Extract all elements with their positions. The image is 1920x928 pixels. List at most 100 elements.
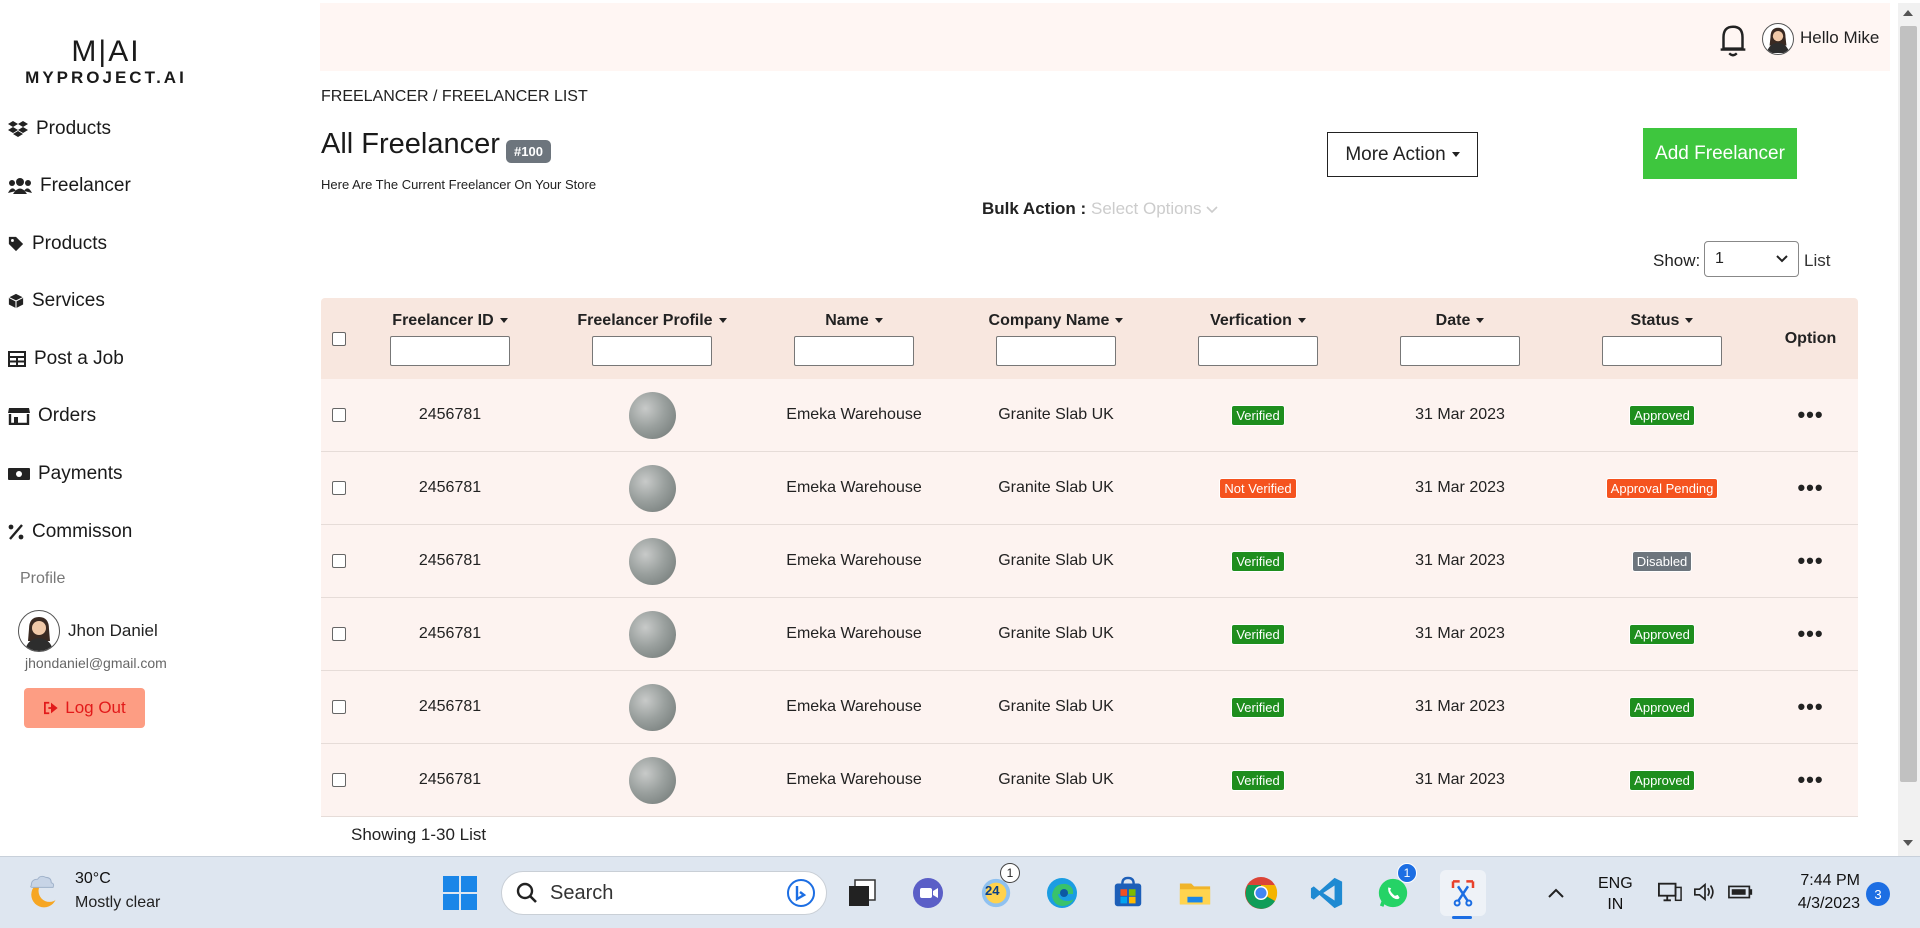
notification-badge[interactable]: 3 (1866, 882, 1890, 906)
count-badge: #100 (506, 140, 551, 163)
dropbox-icon (8, 121, 28, 137)
row-checkbox-cell (321, 671, 349, 743)
sidebar-item-payments[interactable]: Payments (8, 463, 122, 485)
table-row[interactable]: 2456781 Emeka Warehouse Granite Slab UK … (321, 671, 1858, 744)
add-freelancer-button[interactable]: Add Freelancer (1643, 128, 1797, 179)
sidebar-item-orders[interactable]: Orders (8, 405, 96, 427)
filter-freelancer-profile[interactable] (592, 335, 712, 366)
sidebar-item-label: Commisson (32, 521, 133, 542)
calendar-icon[interactable]: 24 1 (976, 863, 1020, 913)
table-row[interactable]: 2456781 Emeka Warehouse Granite Slab UK … (321, 452, 1858, 525)
sort-verification[interactable]: Verfication (1210, 312, 1306, 330)
network-icon[interactable] (1658, 881, 1682, 908)
filter-name[interactable] (794, 335, 914, 366)
row-checkbox[interactable] (332, 627, 346, 641)
show-label: Show: (1653, 251, 1701, 270)
sidebar-item-freelancer[interactable]: Freelancer (8, 175, 131, 197)
sidebar-item-post-a-job[interactable]: Post a Job (8, 348, 124, 370)
sort-status[interactable]: Status (1631, 312, 1694, 330)
header-avatar[interactable] (1762, 23, 1794, 55)
caret-down-icon (1476, 318, 1485, 323)
bell-icon[interactable] (1718, 22, 1748, 65)
sort-freelancer-profile[interactable]: Freelancer Profile (577, 311, 727, 330)
scroll-up-arrow-icon[interactable] (1903, 10, 1913, 16)
sort-name[interactable]: Name (825, 312, 883, 330)
sidebar-item-products-2[interactable]: Products (8, 233, 107, 255)
battery-icon[interactable] (1728, 883, 1754, 906)
freelancer-profile-image[interactable] (628, 464, 676, 512)
more-options-icon[interactable]: ••• (1797, 475, 1823, 501)
freelancer-profile-image[interactable] (628, 391, 676, 439)
sidebar-item-commisson[interactable]: Commisson (8, 521, 132, 543)
show-count-select[interactable]: 1 (1704, 241, 1799, 277)
freelancer-table: Freelancer ID Freelancer Profile Name Co… (321, 298, 1858, 817)
scroll-down-arrow-icon[interactable] (1903, 840, 1913, 846)
more-options-icon[interactable]: ••• (1797, 621, 1823, 647)
caret-down-icon (1297, 318, 1306, 323)
store-app-icon[interactable] (1108, 873, 1148, 913)
logo[interactable]: M|AI MYPROJECT.AI (16, 36, 196, 88)
sort-date[interactable]: Date (1436, 312, 1485, 330)
column-verification: Verfication (1157, 298, 1359, 379)
system-clock[interactable]: 7:44 PM 4/3/2023 (1780, 869, 1860, 915)
row-checkbox[interactable] (332, 554, 346, 568)
table-row[interactable]: 2456781 Emeka Warehouse Granite Slab UK … (321, 744, 1858, 817)
meet-icon[interactable] (908, 873, 948, 913)
filter-status[interactable] (1602, 335, 1722, 366)
table-row[interactable]: 2456781 Emeka Warehouse Granite Slab UK … (321, 598, 1858, 671)
more-options-icon[interactable]: ••• (1797, 694, 1823, 720)
freelancer-profile-cell (551, 671, 753, 743)
filter-freelancer-id[interactable] (390, 335, 510, 366)
task-view-icon[interactable] (842, 873, 882, 913)
column-name: Name (753, 298, 955, 379)
freelancer-profile-image[interactable] (628, 683, 676, 731)
chevron-up-icon[interactable] (1548, 885, 1564, 903)
freelancer-name: Emeka Warehouse (786, 698, 922, 715)
search-placeholder: Search (550, 881, 614, 904)
more-options-icon[interactable]: ••• (1797, 548, 1823, 574)
edge-icon[interactable] (1042, 873, 1082, 913)
file-explorer-icon[interactable] (1175, 873, 1215, 913)
company-name: Granite Slab UK (998, 771, 1114, 788)
filter-company-name[interactable] (996, 335, 1116, 366)
table-row[interactable]: 2456781 Emeka Warehouse Granite Slab UK … (321, 379, 1858, 452)
freelancer-profile-image[interactable] (628, 756, 676, 804)
snipping-tool-icon[interactable] (1440, 870, 1486, 916)
sort-company-name[interactable]: Company Name (989, 312, 1124, 330)
whatsapp-icon[interactable]: 1 (1373, 863, 1417, 913)
more-options-icon[interactable]: ••• (1797, 767, 1823, 793)
vscode-icon[interactable] (1307, 873, 1347, 913)
user-profile[interactable]: Jhon Daniel (18, 610, 158, 652)
column-label: Freelancer Profile (577, 311, 713, 329)
sidebar-item-services[interactable]: Services (8, 290, 105, 312)
freelancer-profile-cell (551, 452, 753, 524)
row-checkbox[interactable] (332, 481, 346, 495)
sort-freelancer-id[interactable]: Freelancer ID (392, 312, 508, 330)
volume-icon[interactable] (1693, 881, 1717, 908)
windows-start-icon[interactable] (440, 873, 480, 913)
freelancer-id: 2456781 (418, 698, 482, 715)
more-options-icon[interactable]: ••• (1797, 402, 1823, 428)
sidebar-item-products[interactable]: Products (8, 118, 111, 140)
select-all-checkbox[interactable] (332, 331, 346, 346)
bulk-action-select[interactable]: Select Options (1091, 199, 1218, 219)
table-row[interactable]: 2456781 Emeka Warehouse Granite Slab UK … (321, 525, 1858, 598)
language-indicator[interactable]: ENG IN (1598, 873, 1633, 915)
row-checkbox[interactable] (332, 773, 346, 787)
bulk-action-placeholder: Select Options (1091, 199, 1202, 218)
scrollbar-thumb[interactable] (1900, 26, 1917, 782)
option-cell: ••• (1763, 744, 1858, 816)
weather-icon[interactable] (24, 871, 64, 916)
logout-button[interactable]: Log Out (24, 688, 145, 728)
row-checkbox[interactable] (332, 408, 346, 422)
filter-date[interactable] (1400, 335, 1520, 366)
more-action-button[interactable]: More Action (1327, 132, 1478, 177)
date: 31 Mar 2023 (1415, 479, 1505, 496)
row-checkbox[interactable] (332, 700, 346, 714)
freelancer-profile-cell (551, 598, 753, 670)
freelancer-profile-image[interactable] (628, 610, 676, 658)
chrome-icon[interactable] (1241, 873, 1281, 913)
freelancer-profile-image[interactable] (628, 537, 676, 585)
filter-verification[interactable] (1198, 335, 1318, 366)
taskbar-search[interactable]: Search (501, 871, 827, 915)
